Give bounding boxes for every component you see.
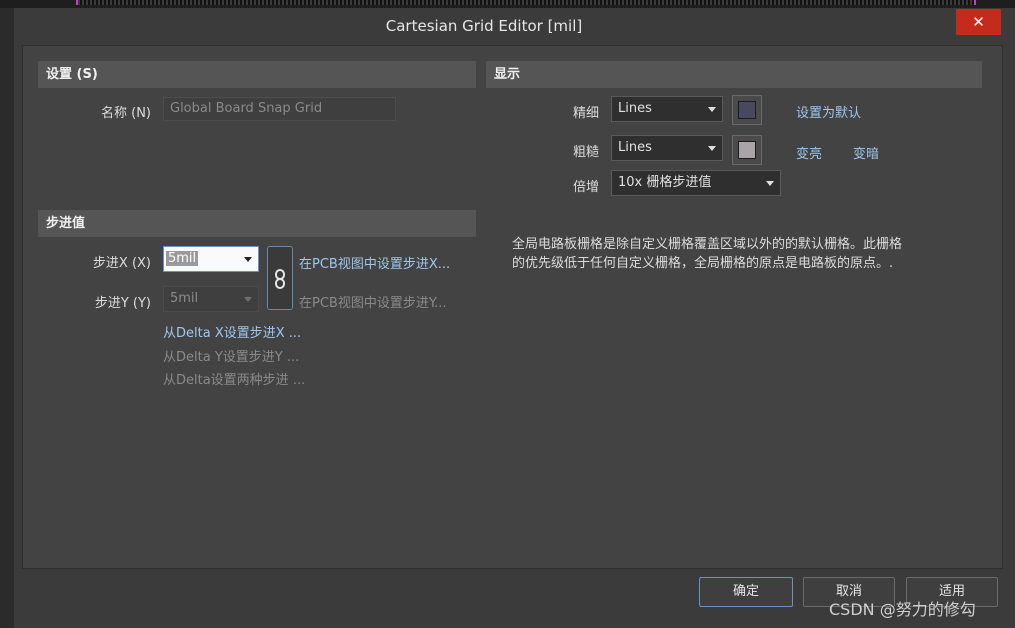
step-y-value: 5mil: [170, 291, 199, 306]
grid-description-line-2: 的优先级低于任何自定义栅格，全局栅格的原点是电路板的原点。.: [512, 256, 894, 271]
set-step-y-from-delta-link[interactable]: 从Delta Y设置步进Y ...: [163, 346, 299, 365]
set-step-x-from-view-link[interactable]: 在PCB视图中设置步进X...: [299, 253, 450, 272]
background-pcb-strip: [0, 0, 1015, 8]
chevron-down-icon: [244, 297, 252, 302]
settings-section-header: 设置 (S): [38, 61, 476, 88]
fine-label: 精细: [572, 106, 599, 121]
name-field[interactable]: Global Board Snap Grid: [163, 97, 396, 121]
coarse-color-swatch[interactable]: [732, 135, 762, 165]
chevron-down-icon: [244, 257, 252, 262]
step-y-label: 步进Y (Y): [94, 296, 151, 311]
chevron-down-icon: [766, 181, 774, 186]
coarse-style-combo[interactable]: Lines: [611, 135, 723, 161]
cartesian-grid-editor-dialog: Cartesian Grid Editor [mil] ✕ 设置 (S) 名称 …: [14, 8, 1015, 628]
step-x-value: 5mil: [166, 251, 199, 266]
multiplier-label: 倍增: [572, 180, 599, 195]
fine-style-combo[interactable]: Lines: [611, 96, 723, 122]
step-section-header: 步进值: [38, 210, 476, 237]
chevron-down-icon: [708, 146, 716, 151]
set-step-x-from-delta-link[interactable]: 从Delta X设置步进X ...: [163, 322, 301, 341]
title-bar[interactable]: Cartesian Grid Editor [mil] ✕: [14, 8, 1015, 44]
display-section-header: 显示: [486, 61, 982, 88]
multiplier-combo[interactable]: 10x 栅格步进值: [611, 170, 781, 196]
step-y-combo[interactable]: 5mil: [163, 286, 259, 312]
lighter-link[interactable]: 变亮: [796, 143, 822, 162]
darker-link[interactable]: 变暗: [853, 143, 879, 162]
chevron-down-icon: [708, 107, 716, 112]
coarse-label: 粗糙: [572, 145, 599, 160]
watermark-text: CSDN @努力的修勾: [829, 600, 976, 619]
dialog-content: 设置 (S) 名称 (N) Global Board Snap Grid 步进值…: [22, 45, 1003, 569]
set-both-steps-from-delta-link[interactable]: 从Delta设置两种步进 ...: [163, 369, 305, 388]
chain-link-icon: [275, 269, 285, 289]
coarse-color-preview: [738, 141, 756, 159]
set-default-link[interactable]: 设置为默认: [796, 102, 861, 121]
fine-style-value: Lines: [618, 101, 652, 116]
pcb-board-edge: [76, 0, 976, 5]
step-x-label: 步进X (X): [92, 256, 151, 271]
fine-color-swatch[interactable]: [732, 95, 762, 125]
multiplier-value: 10x 栅格步进值: [618, 175, 712, 190]
grid-description-line-1: 全局电路板栅格是除自定义栅格覆盖区域以外的的默认栅格。此栅格: [512, 237, 903, 252]
coarse-style-value: Lines: [618, 140, 652, 155]
link-xy-button[interactable]: [267, 246, 293, 310]
fine-color-preview: [738, 101, 756, 119]
step-x-combo[interactable]: 5mil: [163, 246, 259, 272]
dialog-title: Cartesian Grid Editor [mil]: [385, 17, 583, 35]
name-label: 名称 (N): [100, 106, 151, 121]
close-icon: ✕: [972, 13, 985, 31]
close-button[interactable]: ✕: [956, 9, 1001, 35]
grid-description: 全局电路板栅格是除自定义栅格覆盖区域以外的的默认栅格。此栅格 的优先级低于任何自…: [512, 235, 982, 273]
set-step-y-from-view-link[interactable]: 在PCB视图中设置步进Y...: [299, 292, 447, 311]
ok-button[interactable]: 确定: [699, 577, 793, 607]
